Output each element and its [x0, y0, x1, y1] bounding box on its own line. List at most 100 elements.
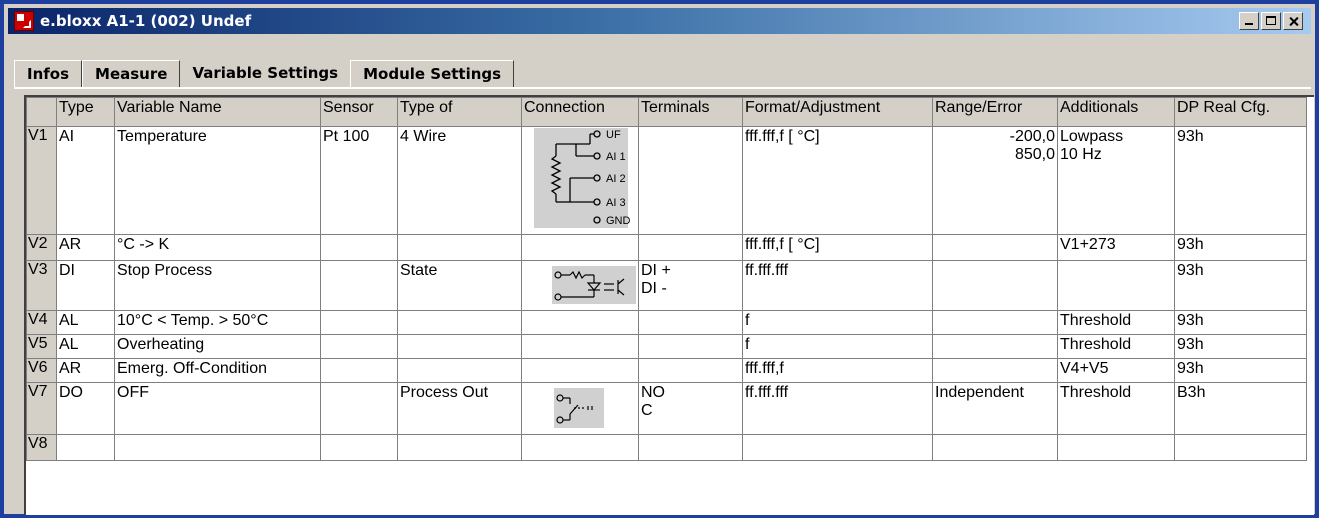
additionals-cell[interactable]: Lowpass 10 Hz [1057, 126, 1175, 235]
format-cell[interactable]: f [742, 310, 933, 335]
range-cell[interactable] [932, 334, 1058, 359]
column-header[interactable]: Type of [397, 97, 522, 127]
close-button[interactable] [1283, 12, 1303, 30]
connection-cell[interactable] [521, 358, 639, 383]
table-row[interactable]: V2 AR °C -> K fff.fff,f [ °C] V1+273 93h [26, 234, 1307, 261]
variable-name-cell[interactable]: Overheating [114, 334, 321, 359]
sensor-cell[interactable] [320, 260, 398, 311]
range-cell[interactable] [932, 310, 1058, 335]
type-cell[interactable]: DI [56, 260, 115, 311]
range-cell[interactable] [932, 260, 1058, 311]
type-of-cell[interactable] [397, 334, 522, 359]
minimize-button[interactable] [1239, 12, 1259, 30]
variable-name-cell[interactable]: °C -> K [114, 234, 321, 261]
terminals-cell[interactable]: DI + DI - [638, 260, 743, 311]
range-cell[interactable]: Independent [932, 382, 1058, 435]
row-header[interactable]: V8 [26, 434, 57, 461]
additionals-cell[interactable]: Threshold [1057, 310, 1175, 335]
connection-cell[interactable] [521, 234, 639, 261]
type-cell[interactable]: DO [56, 382, 115, 435]
connection-cell[interactable] [521, 434, 639, 461]
row-header[interactable]: V1 [26, 126, 57, 235]
row-header[interactable]: V2 [26, 234, 57, 261]
type-of-cell[interactable] [397, 434, 522, 461]
column-header[interactable]: Range/Error [932, 97, 1058, 127]
terminals-cell[interactable]: NO C [638, 382, 743, 435]
dp-real-cfg-cell[interactable]: 93h [1174, 126, 1307, 235]
table-row[interactable]: V4 AL 10°C < Temp. > 50°C f Threshold 93… [26, 310, 1307, 335]
type-cell[interactable] [56, 434, 115, 461]
dp-real-cfg-cell[interactable]: 93h [1174, 234, 1307, 261]
row-header[interactable]: V3 [26, 260, 57, 311]
range-cell[interactable] [932, 358, 1058, 383]
table-row[interactable]: V6 AR Emerg. Off-Condition fff.fff,f V4+… [26, 358, 1307, 383]
format-cell[interactable]: fff.fff,f [742, 358, 933, 383]
sensor-cell[interactable] [320, 358, 398, 383]
type-cell[interactable]: AR [56, 234, 115, 261]
tab-variable-settings[interactable]: Variable Settings [180, 56, 351, 88]
range-cell[interactable]: -200,0 850,0 [932, 126, 1058, 235]
sensor-cell[interactable] [320, 382, 398, 435]
variable-name-cell[interactable]: Emerg. Off-Condition [114, 358, 321, 383]
variable-name-cell[interactable]: OFF [114, 382, 321, 435]
type-of-cell[interactable]: 4 Wire [397, 126, 522, 235]
column-header[interactable]: Format/Adjustment [742, 97, 933, 127]
type-of-cell[interactable] [397, 310, 522, 335]
terminals-cell[interactable] [638, 434, 743, 461]
row-header[interactable]: V7 [26, 382, 57, 435]
format-cell[interactable] [742, 434, 933, 461]
terminals-cell[interactable] [638, 358, 743, 383]
format-cell[interactable]: fff.fff,f [ °C] [742, 126, 933, 235]
table-row[interactable]: V3 DI Stop Process State DI + DI - ff.ff… [26, 260, 1307, 311]
row-header[interactable]: V5 [26, 334, 57, 359]
connection-cell[interactable]: UF AI 1 AI 2 AI 3 GND [521, 126, 639, 235]
column-header[interactable]: Additionals [1057, 97, 1175, 127]
format-cell[interactable]: f [742, 334, 933, 359]
table-row[interactable]: V8 [26, 434, 1307, 461]
terminals-cell[interactable] [638, 334, 743, 359]
connection-cell[interactable] [521, 382, 639, 435]
additionals-cell[interactable]: Threshold [1057, 334, 1175, 359]
connection-cell[interactable] [521, 310, 639, 335]
additionals-cell[interactable]: Threshold [1057, 382, 1175, 435]
terminals-cell[interactable] [638, 310, 743, 335]
variable-name-cell[interactable]: Temperature [114, 126, 321, 235]
maximize-button[interactable] [1261, 12, 1281, 30]
dp-real-cfg-cell[interactable]: B3h [1174, 382, 1307, 435]
type-cell[interactable]: AI [56, 126, 115, 235]
sensor-cell[interactable] [320, 334, 398, 359]
connection-cell[interactable] [521, 260, 639, 311]
type-cell[interactable]: AL [56, 334, 115, 359]
title-bar[interactable]: e.bloxx A1-1 (002) Undef [8, 8, 1311, 34]
additionals-cell[interactable] [1057, 260, 1175, 311]
column-header[interactable]: Terminals [638, 97, 743, 127]
variable-name-cell[interactable]: Stop Process [114, 260, 321, 311]
column-header[interactable]: DP Real Cfg. [1174, 97, 1307, 127]
type-of-cell[interactable] [397, 358, 522, 383]
variable-name-cell[interactable]: 10°C < Temp. > 50°C [114, 310, 321, 335]
type-of-cell[interactable]: Process Out [397, 382, 522, 435]
range-cell[interactable] [932, 234, 1058, 261]
row-header[interactable]: V4 [26, 310, 57, 335]
sensor-cell[interactable] [320, 234, 398, 261]
tab-infos[interactable]: Infos [14, 60, 83, 88]
dp-real-cfg-cell[interactable]: 93h [1174, 358, 1307, 383]
column-header[interactable]: Variable Name [114, 97, 321, 127]
additionals-cell[interactable] [1057, 434, 1175, 461]
tab-module-settings[interactable]: Module Settings [350, 60, 515, 88]
type-of-cell[interactable]: State [397, 260, 522, 311]
format-cell[interactable]: ff.fff.fff [742, 260, 933, 311]
table-row[interactable]: V5 AL Overheating f Threshold 93h [26, 334, 1307, 359]
column-header[interactable]: Sensor [320, 97, 398, 127]
type-cell[interactable]: AL [56, 310, 115, 335]
dp-real-cfg-cell[interactable]: 93h [1174, 334, 1307, 359]
column-header[interactable]: Type [56, 97, 115, 127]
format-cell[interactable]: ff.fff.fff [742, 382, 933, 435]
row-header[interactable]: V6 [26, 358, 57, 383]
terminals-cell[interactable] [638, 234, 743, 261]
additionals-cell[interactable]: V1+273 [1057, 234, 1175, 261]
variable-name-cell[interactable] [114, 434, 321, 461]
additionals-cell[interactable]: V4+V5 [1057, 358, 1175, 383]
column-header[interactable]: Connection [521, 97, 639, 127]
sensor-cell[interactable] [320, 434, 398, 461]
